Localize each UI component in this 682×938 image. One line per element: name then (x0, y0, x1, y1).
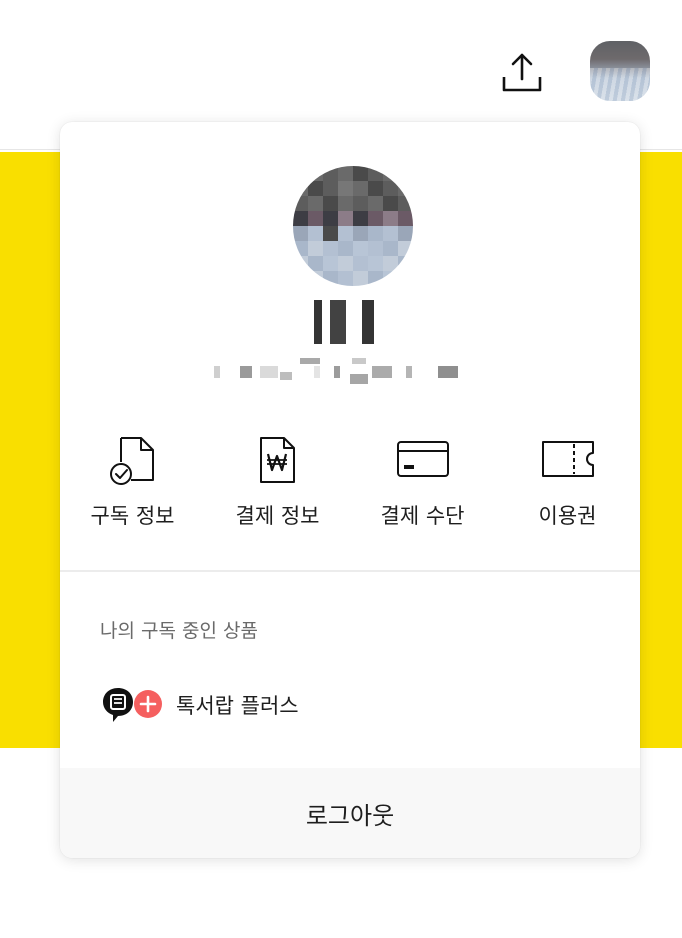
mosaic-pixel (308, 271, 323, 286)
mosaic-pixel (383, 211, 398, 226)
mosaic-pixel (338, 241, 353, 256)
mosaic-pixel (398, 181, 413, 196)
mosaic-pixel (383, 241, 398, 256)
logout-button[interactable]: 로그아웃 (60, 768, 640, 858)
menu-subscription-info[interactable]: 구독 정보 (60, 432, 205, 542)
mosaic-pixel (293, 226, 308, 241)
mosaic-pixel (353, 241, 368, 256)
mosaic-pixel (353, 181, 368, 196)
menu-label: 이용권 (538, 504, 597, 528)
mosaic-pixel (338, 166, 353, 181)
menu-label: 결제 수단 (380, 504, 465, 528)
mosaic-pixel (353, 256, 368, 271)
talk-drawer-plus-icon (100, 684, 166, 726)
mosaic-pixel (338, 226, 353, 241)
mosaic-pixel (293, 166, 308, 181)
mosaic-pixel (323, 211, 338, 226)
mosaic-pixel (293, 211, 308, 226)
mosaic-pixel (308, 181, 323, 196)
mosaic-pixel (353, 226, 368, 241)
my-subscriptions-heading: 나의 구독 중인 상품 (100, 620, 258, 642)
mosaic-pixel (398, 226, 413, 241)
product-label: 톡서랍 플러스 (176, 694, 299, 718)
mosaic-pixel (383, 271, 398, 286)
avatar-button[interactable] (590, 41, 650, 101)
mosaic-pixel (383, 226, 398, 241)
mosaic-pixel (323, 256, 338, 271)
mosaic-pixel (338, 196, 353, 211)
menu-label: 구독 정보 (90, 504, 175, 528)
mosaic-pixel (293, 256, 308, 271)
ticket-pass-icon (541, 441, 594, 477)
profile-name-redacted (60, 300, 640, 348)
profile-email-redacted (210, 358, 460, 384)
divider (60, 570, 640, 572)
mosaic-pixel (368, 166, 383, 181)
mosaic-pixel (353, 196, 368, 211)
subscription-document-check-icon (109, 437, 154, 485)
mosaic-pixel (398, 211, 413, 226)
menu-payment-info[interactable]: 결제 정보 (205, 432, 350, 542)
mosaic-pixel (293, 196, 308, 211)
mosaic-pixel (293, 241, 308, 256)
mosaic-pixel (368, 181, 383, 196)
mosaic-pixel (308, 241, 323, 256)
mosaic-pixel (323, 196, 338, 211)
mosaic-pixel (383, 181, 398, 196)
menu-voucher[interactable]: 이용권 (495, 432, 640, 542)
mosaic-pixel (308, 256, 323, 271)
mosaic-pixel (293, 181, 308, 196)
mosaic-pixel (368, 241, 383, 256)
mosaic-pixel (308, 166, 323, 181)
mosaic-pixel (368, 271, 383, 286)
mosaic-pixel (383, 166, 398, 181)
mosaic-pixel (293, 271, 308, 286)
mosaic-pixel (383, 256, 398, 271)
mosaic-pixel (368, 196, 383, 211)
mosaic-pixel (323, 181, 338, 196)
mosaic-pixel (338, 181, 353, 196)
mosaic-pixel (323, 226, 338, 241)
mosaic-pixel (338, 271, 353, 286)
redacted-name-block (310, 300, 390, 344)
mosaic-pixel (338, 211, 353, 226)
mosaic-pixel (353, 211, 368, 226)
credit-card-icon (396, 441, 449, 477)
mosaic-pixel (398, 166, 413, 181)
mosaic-pixel (398, 196, 413, 211)
mosaic-pixel (338, 256, 353, 271)
mosaic-pixel (308, 196, 323, 211)
share-upload-icon (502, 53, 542, 92)
mosaic-pixel (308, 211, 323, 226)
mosaic-pixel (323, 271, 338, 286)
mosaic-pixel (323, 166, 338, 181)
mosaic-pixel (308, 226, 323, 241)
mosaic-pixel (353, 271, 368, 286)
mosaic-pixel (368, 226, 383, 241)
avatar-photo (590, 68, 650, 101)
mosaic-pixel (368, 256, 383, 271)
account-menu: 구독 정보 결제 정보 결제 수단 이용권 (60, 432, 640, 542)
share-button[interactable] (497, 46, 547, 96)
pixelated-avatar (293, 166, 413, 286)
mosaic-pixel (398, 256, 413, 271)
menu-payment-method[interactable]: 결제 수단 (350, 432, 495, 542)
mosaic-pixel (368, 211, 383, 226)
profile-photo (293, 166, 413, 286)
menu-label: 결제 정보 (235, 504, 320, 528)
payment-receipt-won-icon (259, 437, 295, 483)
product-item-talk-drawer-plus[interactable]: 톡서랍 플러스 (100, 684, 299, 726)
mosaic-pixel (383, 196, 398, 211)
mosaic-pixel (398, 241, 413, 256)
account-popup: 구독 정보 결제 정보 결제 수단 이용권 나의 구독 중인 상품 톡서랍 플러… (60, 122, 640, 858)
mosaic-pixel (398, 271, 413, 286)
mosaic-pixel (353, 166, 368, 181)
mosaic-pixel (323, 241, 338, 256)
